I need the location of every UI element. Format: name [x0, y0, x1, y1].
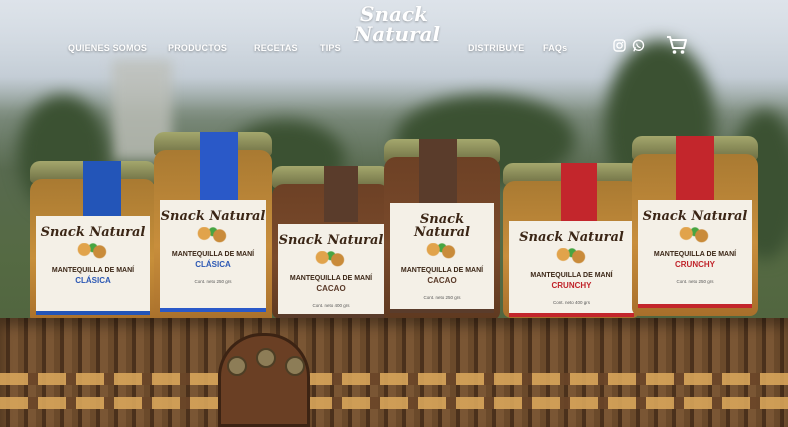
top-navigation: QUIENES SOMOS PRODUCTOS RECETAS TIPS Sna…: [0, 0, 788, 95]
flavor-name: CRUNCHY: [551, 281, 592, 290]
instagram-icon[interactable]: [613, 39, 626, 52]
nav-productos[interactable]: PRODUCTOS: [168, 43, 227, 53]
peanut-illustration: [309, 251, 353, 267]
product-name: MANTEQUILLA DE MANÍ: [171, 251, 255, 258]
basket-leather-strap: [218, 333, 310, 427]
product-jar[interactable]: Snack Natural MANTEQUILLA DE MANÍ CRUNCH…: [503, 163, 640, 318]
logo-line-1: Snack: [360, 2, 428, 26]
product-name: MANTEQUILLA DE MANÍ: [51, 267, 135, 274]
brand-name: Snack Natural: [414, 212, 470, 240]
product-name: MANTEQUILLA DE MANÍ: [289, 275, 373, 282]
product-jar[interactable]: Snack Natural MANTEQUILLA DE MANÍ CLÁSIC…: [30, 161, 156, 324]
brand-name: Snack Natural: [642, 209, 748, 224]
product-jar[interactable]: Snack Natural MANTEQUILLA DE MANÍ CACAO …: [384, 139, 500, 320]
net-weight: Cont. neto 250 grs: [194, 279, 232, 284]
product-name: MANTEQUILLA DE MANÍ: [653, 251, 737, 258]
brand-name: Snack Natural: [40, 225, 146, 240]
flavor-name: CLÁSICA: [195, 260, 231, 269]
wicker-basket: [0, 318, 788, 427]
peanut-illustration: [549, 248, 594, 264]
net-weight: Cont. neto 400 grs: [312, 303, 350, 308]
product-name: MANTEQUILLA DE MANÍ: [530, 272, 613, 279]
peanut-illustration: [420, 243, 464, 259]
product-jar[interactable]: Snack Natural MANTEQUILLA DE MANÍ CLÁSIC…: [154, 132, 272, 325]
net-weight: Cont. neto 250 grs: [676, 279, 714, 284]
product-jar[interactable]: Snack Natural MANTEQUILLA DE MANÍ CACAO …: [272, 166, 390, 319]
flavor-name: CACAO: [316, 284, 346, 293]
nav-tips[interactable]: TIPS: [320, 43, 341, 53]
brand-name: Snack Natural: [160, 209, 266, 224]
flavor-name: CACAO: [427, 276, 457, 285]
product-jar[interactable]: Snack Natural MANTEQUILLA DE MANÍ CRUNCH…: [632, 136, 758, 316]
product-name: MANTEQUILLA DE MANÍ: [400, 267, 484, 274]
nav-distribuye[interactable]: DISTRIBUYE: [468, 43, 525, 53]
brand-name: Snack Natural: [278, 233, 384, 248]
flavor-name: CRUNCHY: [675, 260, 715, 269]
whatsapp-icon[interactable]: [632, 39, 645, 52]
nav-recetas[interactable]: RECETAS: [254, 43, 298, 53]
peanut-illustration: [191, 227, 235, 243]
cart-icon[interactable]: [666, 35, 688, 55]
nav-quienes-somos[interactable]: QUIENES SOMOS: [68, 43, 147, 53]
site-logo[interactable]: Snack Natural: [354, 2, 441, 54]
brand-name: Snack Natural: [519, 230, 624, 245]
peanut-illustration: [673, 227, 717, 243]
flavor-name: CLÁSICA: [75, 276, 111, 285]
nav-faqs[interactable]: FAQs: [543, 43, 567, 53]
net-weight: Cont. neto 400 grs: [552, 300, 591, 305]
peanut-illustration: [71, 243, 115, 259]
net-weight: Cont. neto 250 grs: [423, 295, 461, 300]
logo-line-2: Natural: [354, 22, 441, 46]
